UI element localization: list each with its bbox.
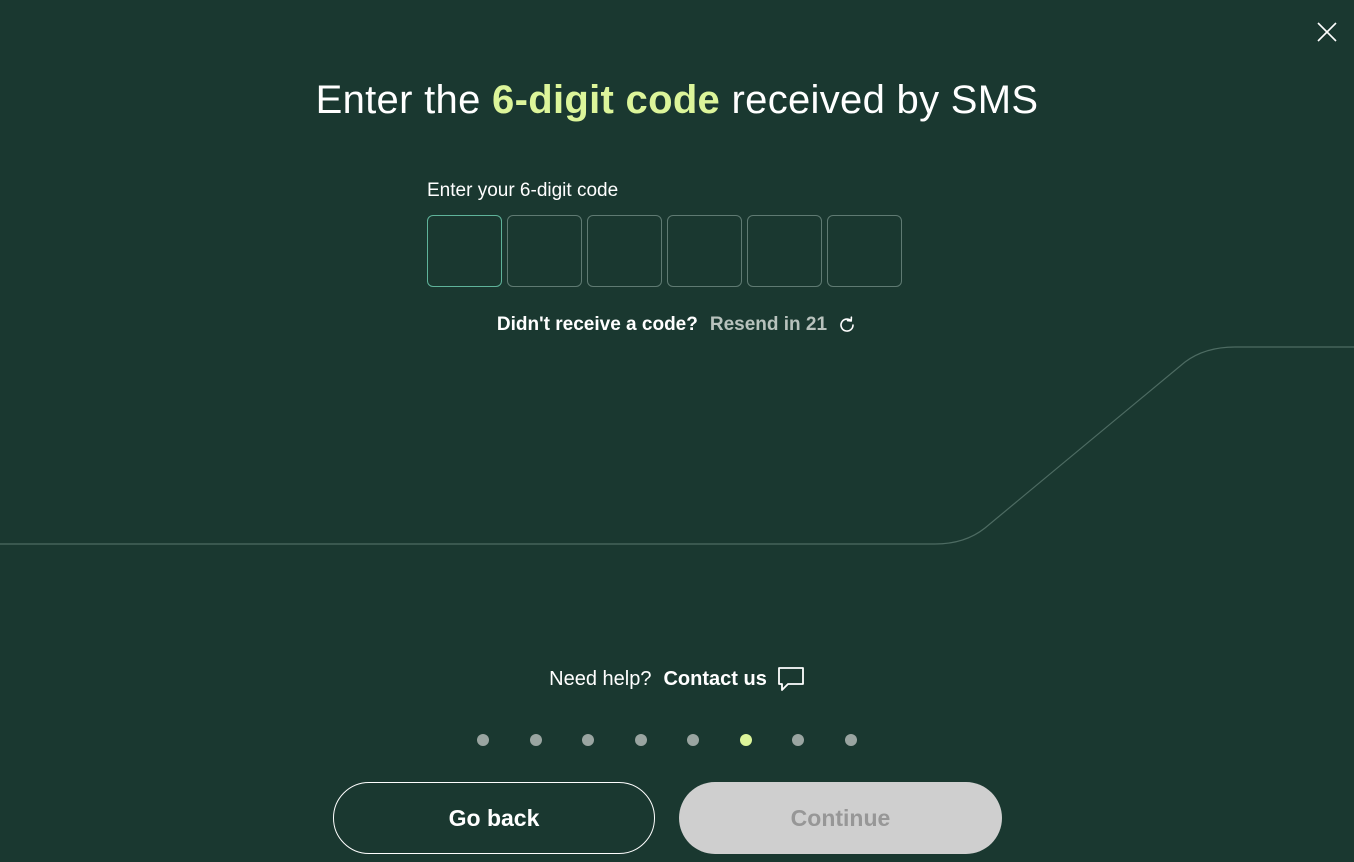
code-digit-4[interactable] bbox=[667, 215, 742, 287]
step-dot bbox=[739, 734, 752, 746]
continue-button[interactable]: Continue bbox=[679, 782, 1002, 854]
step-dot bbox=[634, 734, 647, 746]
step-dot bbox=[529, 734, 542, 746]
title-prefix: Enter the bbox=[315, 78, 493, 122]
code-digit-6[interactable] bbox=[827, 215, 902, 287]
close-icon bbox=[1317, 22, 1337, 42]
go-back-button[interactable]: Go back bbox=[333, 782, 655, 854]
contact-us-label: Contact us bbox=[663, 667, 767, 690]
step-dot bbox=[792, 734, 805, 746]
refresh-icon bbox=[837, 315, 857, 335]
chat-bubble-icon bbox=[777, 666, 805, 692]
resend-link-label: Resend in 21 bbox=[709, 314, 828, 335]
code-digit-2[interactable] bbox=[507, 215, 582, 287]
step-dot bbox=[477, 734, 489, 746]
resend-question: Didn't receive a code? bbox=[496, 314, 698, 335]
help-question: Need help? bbox=[549, 667, 652, 690]
page-title: Enter the 6-digit code received by SMS bbox=[0, 78, 1354, 123]
code-input-group bbox=[427, 215, 902, 287]
code-digit-1[interactable] bbox=[427, 215, 502, 287]
step-dot bbox=[687, 734, 700, 746]
step-dot bbox=[582, 734, 595, 746]
step-dot bbox=[844, 734, 857, 746]
code-field-label: Enter your 6-digit code bbox=[427, 180, 619, 201]
contact-us-link[interactable]: Contact us bbox=[663, 666, 804, 692]
help-row: Need help? Contact us bbox=[0, 666, 1354, 692]
title-highlight: 6-digit code bbox=[492, 78, 721, 122]
close-button[interactable] bbox=[1310, 15, 1344, 49]
title-suffix: received by SMS bbox=[720, 78, 1039, 122]
code-digit-5[interactable] bbox=[747, 215, 822, 287]
resend-link[interactable]: Resend in 21 bbox=[710, 314, 857, 336]
code-digit-3[interactable] bbox=[587, 215, 662, 287]
resend-row: Didn't receive a code? Resend in 21 bbox=[0, 314, 1354, 336]
step-progress bbox=[477, 733, 857, 747]
